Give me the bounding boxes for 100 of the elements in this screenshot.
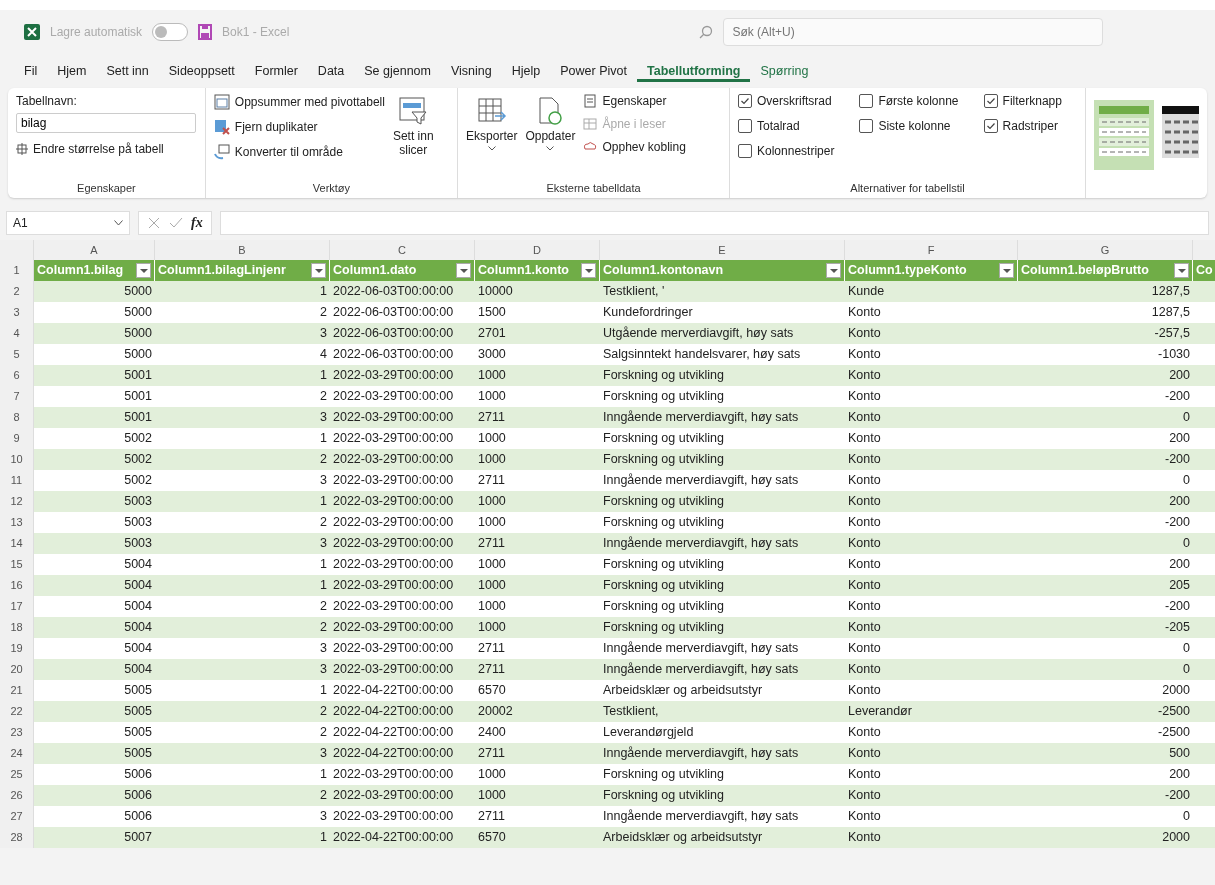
table-cell-text: 5004 xyxy=(123,556,153,573)
table-cell-text: 1000 xyxy=(477,619,507,636)
checkbox-option[interactable]: Kolonnestriper xyxy=(738,144,850,158)
table-cell-text: Konto xyxy=(847,472,882,489)
insert-function-button[interactable]: fx xyxy=(191,215,203,231)
row-number[interactable]: 10 xyxy=(0,449,34,470)
ribbon-tab[interactable]: Formler xyxy=(244,60,308,82)
ribbon-tab[interactable]: Spørring xyxy=(750,60,819,82)
table-cell-text: 5005 xyxy=(123,682,153,699)
row-number[interactable]: 14 xyxy=(0,533,34,554)
ribbon-tab[interactable]: Sideoppsett xyxy=(158,60,245,82)
save-icon[interactable] xyxy=(198,24,213,40)
group-label: Alternativer for tabellstil xyxy=(850,182,965,194)
row-number[interactable]: 9 xyxy=(0,428,34,449)
ribbon-tab[interactable]: Tabellutforming xyxy=(636,60,751,82)
row-number[interactable]: 12 xyxy=(0,491,34,512)
search-field[interactable]: Søk (Alt+U) xyxy=(723,18,1104,46)
refresh-button[interactable]: Oppdater xyxy=(525,94,576,182)
name-box[interactable]: A1 xyxy=(6,211,130,235)
row-number[interactable]: 17 xyxy=(0,596,34,617)
table-cell-text: -2500 xyxy=(1157,703,1191,720)
row-number[interactable]: 6 xyxy=(0,365,34,386)
ribbon-command[interactable]: Konverter til område xyxy=(213,144,385,160)
filter-dropdown-icon[interactable] xyxy=(136,263,151,278)
dedupe-icon xyxy=(213,119,230,135)
ribbon-tab[interactable]: Power Pivot xyxy=(550,60,637,82)
ribbon-tab[interactable]: Hjelp xyxy=(501,60,551,82)
row-number[interactable]: 16 xyxy=(0,575,34,596)
ribbon-tab[interactable]: Visning xyxy=(441,60,502,82)
row-number[interactable]: 19 xyxy=(0,638,34,659)
export-button[interactable]: Eksporter xyxy=(466,94,518,182)
table-cell-text: 1287,5 xyxy=(1150,283,1191,300)
ribbon-tab[interactable]: Fil xyxy=(14,60,48,82)
filter-dropdown-icon[interactable] xyxy=(1174,263,1189,278)
row-number[interactable]: 11 xyxy=(0,470,34,491)
insert-slicer-button[interactable]: Sett inn slicer xyxy=(392,94,434,182)
row-number[interactable]: 26 xyxy=(0,785,34,806)
row-number[interactable]: 18 xyxy=(0,617,34,638)
row-number[interactable]: 20 xyxy=(0,659,34,680)
filter-dropdown-icon[interactable] xyxy=(826,263,841,278)
row-number[interactable]: 15 xyxy=(0,554,34,575)
checkbox-option[interactable]: Første kolonne xyxy=(859,94,974,108)
checkbox-option[interactable]: Radstriper xyxy=(983,119,1077,133)
ribbon-tab[interactable]: Sett inn xyxy=(96,60,159,82)
table-cell-text: 2711 xyxy=(477,535,506,552)
ribbon-command[interactable]: Egenskaper xyxy=(583,94,686,108)
row-number[interactable]: 23 xyxy=(0,722,34,743)
table-cell-text: Konto xyxy=(847,745,882,762)
row-number[interactable]: 25 xyxy=(0,764,34,785)
row-number[interactable]: 27 xyxy=(0,806,34,827)
checkbox-option[interactable]: Filterknapp xyxy=(983,94,1077,108)
table-cell-text: Konto xyxy=(847,388,882,405)
checkbox-option[interactable]: Overskriftsrad xyxy=(738,94,850,108)
table-cell-text: 4 xyxy=(319,346,328,363)
row-number[interactable]: 13 xyxy=(0,512,34,533)
table-cell-text: 200 xyxy=(1168,430,1191,447)
table-cell-text: 500 xyxy=(1168,745,1191,762)
ribbon-command[interactable]: Opphev kobling xyxy=(583,140,686,154)
row-number[interactable]: 7 xyxy=(0,386,34,407)
table-cell-text: 5005 xyxy=(123,724,153,741)
table-style-gallery-drawing[interactable] xyxy=(1094,100,1199,170)
row-number[interactable]: 2 xyxy=(0,281,34,302)
row-number[interactable]: 4 xyxy=(0,323,34,344)
table-cell-text: Leverandør xyxy=(847,703,913,720)
column-header: Column1.beløpBrutto xyxy=(1018,260,1193,281)
formula-field[interactable] xyxy=(219,211,1209,235)
row-number[interactable]: 5 xyxy=(0,344,34,365)
row-number[interactable]: 21 xyxy=(0,680,34,701)
filter-dropdown-icon[interactable] xyxy=(456,263,471,278)
check-icon[interactable] xyxy=(169,216,183,230)
table-cell-text: Testklient, xyxy=(602,703,660,720)
row-number[interactable]: 28 xyxy=(0,827,34,848)
table-cell-text: 5006 xyxy=(123,808,153,825)
filter-dropdown-icon[interactable] xyxy=(581,263,596,278)
table-cell-text: 2022-03-29T00:00:00 xyxy=(332,367,455,384)
ribbon-tab[interactable]: Data xyxy=(307,60,355,82)
table-name-field[interactable]: bilag xyxy=(16,113,196,133)
table-cell-text: 6570 xyxy=(477,829,507,846)
row-number[interactable]: 24 xyxy=(0,743,34,764)
ribbon-command[interactable]: Fjern duplikater xyxy=(213,119,385,135)
checkbox-option[interactable]: Totalrad xyxy=(738,119,850,133)
table-cell-text: 2 xyxy=(319,619,328,636)
ribbon-tab[interactable]: Hjem xyxy=(47,60,97,82)
row-number[interactable]: 1 xyxy=(0,260,34,281)
ribbon-tab[interactable]: Se gjennom xyxy=(354,60,441,82)
table-cell-text: 1 xyxy=(319,367,328,384)
table-cell-text: 0 xyxy=(1182,535,1191,552)
filter-dropdown-icon[interactable] xyxy=(311,263,326,278)
resize-table-button[interactable]: Endre størrelse på tabell xyxy=(16,142,197,156)
row-number[interactable]: 3 xyxy=(0,302,34,323)
ribbon-command[interactable]: Oppsummer med pivottabell xyxy=(213,94,385,110)
table-cell-text: 2022-04-22T00:00:00 xyxy=(332,745,455,762)
table-cell-text: 10000 xyxy=(477,283,514,300)
checkbox-option[interactable]: Siste kolonne xyxy=(859,119,974,133)
row-number[interactable]: 22 xyxy=(0,701,34,722)
table-cell-text: Konto xyxy=(847,619,882,636)
autosave-toggle[interactable] xyxy=(152,23,189,41)
row-number[interactable]: 8 xyxy=(0,407,34,428)
filter-dropdown-icon[interactable] xyxy=(999,263,1014,278)
table-cell-text: 1 xyxy=(319,556,328,573)
